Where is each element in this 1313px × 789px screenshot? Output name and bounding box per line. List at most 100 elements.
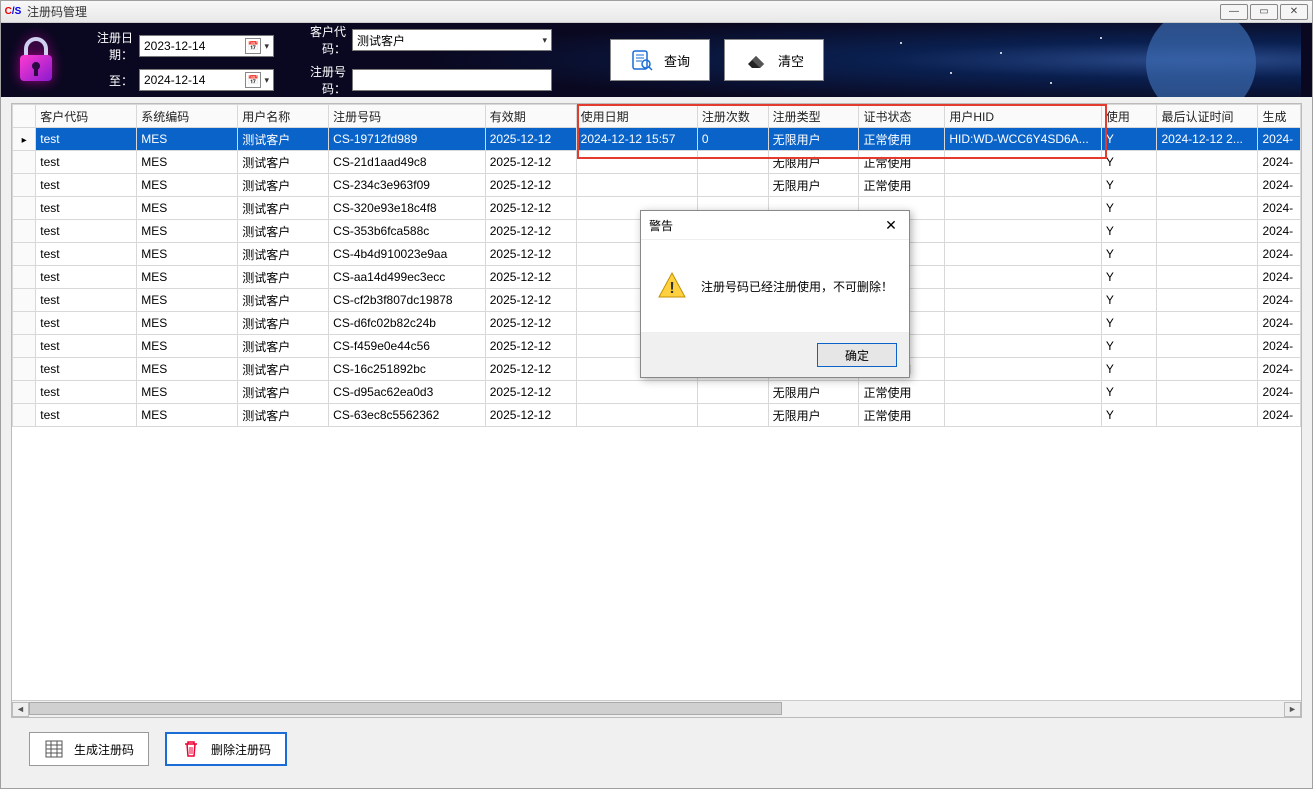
cell[interactable]: 测试客户 xyxy=(238,174,329,197)
cell[interactable]: test xyxy=(36,289,137,312)
cell[interactable] xyxy=(1157,266,1258,289)
cell[interactable]: Y xyxy=(1101,312,1157,335)
row-header[interactable] xyxy=(13,266,36,289)
cell[interactable]: CS-4b4d910023e9aa xyxy=(329,243,486,266)
cell[interactable]: CS-234c3e963f09 xyxy=(329,174,486,197)
col-status[interactable]: 证书状态 xyxy=(859,105,945,128)
cell[interactable]: 2025-12-12 xyxy=(485,335,576,358)
row-header[interactable] xyxy=(13,197,36,220)
cell[interactable]: CS-320e93e18c4f8 xyxy=(329,197,486,220)
table-row[interactable]: testMES测试客户CS-63ec8c55623622025-12-12无限用… xyxy=(13,404,1301,427)
row-header[interactable] xyxy=(13,335,36,358)
date-from-input[interactable]: 2023-12-14 📅▾ xyxy=(139,35,274,57)
cell[interactable]: 测试客户 xyxy=(238,335,329,358)
cell[interactable]: 2024- xyxy=(1258,312,1301,335)
row-header[interactable] xyxy=(13,381,36,404)
row-header[interactable] xyxy=(13,174,36,197)
row-header[interactable] xyxy=(13,404,36,427)
cell[interactable]: 测试客户 xyxy=(238,220,329,243)
cell[interactable] xyxy=(1157,381,1258,404)
cell[interactable]: Y xyxy=(1101,381,1157,404)
cell[interactable]: CS-d95ac62ea0d3 xyxy=(329,381,486,404)
cell[interactable]: 2024-12-12 2... xyxy=(1157,128,1258,151)
cell[interactable]: 2024- xyxy=(1258,266,1301,289)
col-lastauth[interactable]: 最后认证时间 xyxy=(1157,105,1258,128)
cell[interactable]: 无限用户 xyxy=(768,404,859,427)
cell[interactable]: MES xyxy=(137,174,238,197)
cell[interactable]: CS-19712fd989 xyxy=(329,128,486,151)
cell[interactable]: 2024- xyxy=(1258,128,1301,151)
cell[interactable]: test xyxy=(36,197,137,220)
cell[interactable]: Y xyxy=(1101,174,1157,197)
cell[interactable]: HID:WD-WCC6Y4SD6A... xyxy=(945,128,1102,151)
cell[interactable]: 2024- xyxy=(1258,381,1301,404)
col-user[interactable]: 用户名称 xyxy=(238,105,329,128)
generate-button[interactable]: 生成注册码 xyxy=(29,732,149,766)
cell[interactable]: 2024-12-12 15:57 xyxy=(576,128,697,151)
cell[interactable]: Y xyxy=(1101,266,1157,289)
cell[interactable]: Y xyxy=(1101,358,1157,381)
cell[interactable]: 测试客户 xyxy=(238,312,329,335)
minimize-button[interactable]: — xyxy=(1220,4,1248,20)
cell[interactable]: 正常使用 xyxy=(859,404,945,427)
cell[interactable]: 测试客户 xyxy=(238,381,329,404)
cell[interactable] xyxy=(697,151,768,174)
cell[interactable]: Y xyxy=(1101,197,1157,220)
cell[interactable]: Y xyxy=(1101,243,1157,266)
cell[interactable] xyxy=(945,335,1102,358)
cell[interactable]: 2025-12-12 xyxy=(485,128,576,151)
cell[interactable]: Y xyxy=(1101,289,1157,312)
cell[interactable] xyxy=(945,312,1102,335)
cell[interactable]: 测试客户 xyxy=(238,404,329,427)
cell[interactable]: test xyxy=(36,243,137,266)
cell[interactable] xyxy=(576,174,697,197)
cell[interactable]: 正常使用 xyxy=(859,381,945,404)
cell[interactable]: 2024- xyxy=(1258,289,1301,312)
cell[interactable] xyxy=(576,381,697,404)
row-header[interactable] xyxy=(13,220,36,243)
cell[interactable]: test xyxy=(36,312,137,335)
cell[interactable]: 2024- xyxy=(1258,404,1301,427)
cell[interactable]: test xyxy=(36,266,137,289)
cell[interactable]: CS-21d1aad49c8 xyxy=(329,151,486,174)
cell[interactable]: test xyxy=(36,404,137,427)
cell[interactable]: MES xyxy=(137,289,238,312)
cell[interactable] xyxy=(945,381,1102,404)
scroll-thumb[interactable] xyxy=(29,702,782,715)
row-header[interactable] xyxy=(13,312,36,335)
cell[interactable]: 2025-12-12 xyxy=(485,266,576,289)
cell[interactable]: CS-353b6fca588c xyxy=(329,220,486,243)
cell[interactable] xyxy=(697,174,768,197)
table-row[interactable]: testMES测试客户CS-21d1aad49c82025-12-12无限用户正… xyxy=(13,151,1301,174)
cell[interactable]: 测试客户 xyxy=(238,128,329,151)
dialog-ok-button[interactable]: 确定 xyxy=(817,343,897,367)
cell[interactable] xyxy=(945,404,1102,427)
row-header[interactable] xyxy=(13,151,36,174)
col-cust[interactable]: 客户代码 xyxy=(36,105,137,128)
cell[interactable] xyxy=(1157,404,1258,427)
scroll-right-icon[interactable]: ► xyxy=(1284,702,1301,717)
cell[interactable]: test xyxy=(36,358,137,381)
cell[interactable] xyxy=(697,381,768,404)
cell[interactable]: test xyxy=(36,174,137,197)
cell[interactable] xyxy=(1157,358,1258,381)
cell[interactable]: 2024- xyxy=(1258,197,1301,220)
cell[interactable] xyxy=(697,404,768,427)
cell[interactable] xyxy=(945,266,1102,289)
cell[interactable]: 2025-12-12 xyxy=(485,289,576,312)
col-used[interactable]: 使用 xyxy=(1101,105,1157,128)
cell[interactable]: 2025-12-12 xyxy=(485,243,576,266)
reg-no-input[interactable] xyxy=(352,69,552,91)
cell[interactable]: CS-f459e0e44c56 xyxy=(329,335,486,358)
col-type[interactable]: 注册类型 xyxy=(768,105,859,128)
cell[interactable]: 2024- xyxy=(1258,243,1301,266)
cell[interactable]: CS-63ec8c5562362 xyxy=(329,404,486,427)
cell[interactable]: 无限用户 xyxy=(768,174,859,197)
table-row[interactable]: testMES测试客户CS-234c3e963f092025-12-12无限用户… xyxy=(13,174,1301,197)
cell[interactable]: CS-aa14d499ec3ecc xyxy=(329,266,486,289)
delete-button[interactable]: 删除注册码 xyxy=(165,732,287,766)
titlebar[interactable]: C/S 注册码管理 — ▭ ✕ xyxy=(1,1,1312,23)
cell[interactable]: 2025-12-12 xyxy=(485,404,576,427)
maximize-button[interactable]: ▭ xyxy=(1250,4,1278,20)
cell[interactable] xyxy=(1157,197,1258,220)
